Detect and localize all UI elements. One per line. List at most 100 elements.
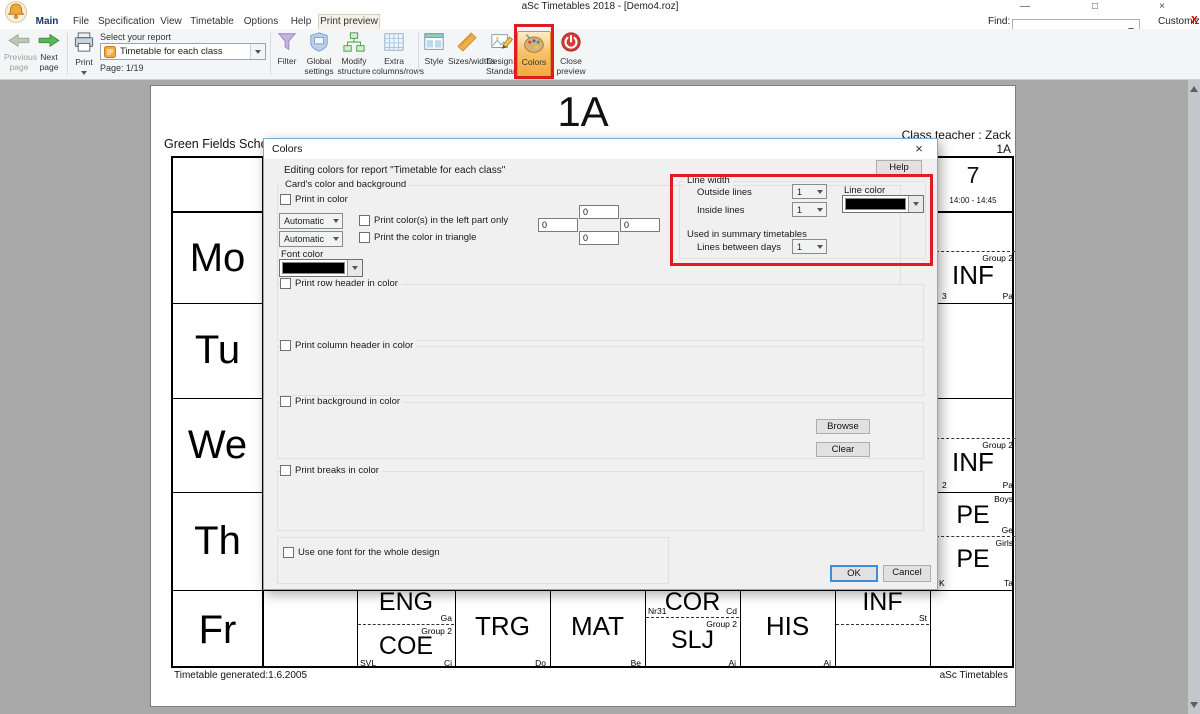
chevron-down-icon[interactable] (329, 232, 342, 246)
tab-timetable[interactable]: Timetable (188, 14, 236, 29)
minimize-button[interactable]: — (1013, 0, 1037, 14)
combo-value: Automatic (284, 216, 324, 226)
find-close-button[interactable]: X (1191, 15, 1198, 26)
checkbox-box[interactable] (283, 547, 294, 558)
report-dropdown-icon[interactable] (250, 44, 265, 59)
lines-between-days-combobox[interactable]: 1 (792, 239, 827, 254)
next-page-button[interactable]: Next page (34, 31, 64, 78)
tab-view[interactable]: View (156, 14, 186, 29)
app-window: aSc Timetables 2018 - [Demo4.roz] — □ × … (0, 0, 1200, 714)
design-button[interactable]: Design: Standard (486, 31, 516, 78)
card-subject: MAT (550, 613, 645, 639)
preview-scrollbar[interactable] (1188, 80, 1200, 714)
line-color-picker[interactable] (842, 195, 924, 213)
margin-right-input[interactable] (620, 218, 660, 232)
margin-left-input[interactable] (538, 218, 578, 232)
one-font-checkbox[interactable]: Use one font for the whole design (283, 547, 443, 558)
line-color-swatch (845, 198, 906, 210)
previous-page-button[interactable]: Previous page (4, 31, 34, 78)
outside-lines-combobox[interactable]: 1 (792, 184, 827, 199)
checkbox-label: Print column header in color (295, 340, 413, 351)
modify-structure-button[interactable]: Modify structure (336, 31, 372, 78)
combo-value: Automatic (284, 234, 324, 244)
color-mode-combobox-2[interactable]: Automatic (279, 231, 343, 247)
chevron-down-icon[interactable] (813, 240, 826, 253)
cancel-button[interactable]: Cancel (883, 565, 931, 582)
grid-icon (372, 31, 416, 55)
tab-file[interactable]: File (66, 14, 96, 29)
chevron-down-icon[interactable] (908, 196, 923, 212)
help-button[interactable]: Help (876, 160, 922, 176)
dialog-close-icon[interactable]: × (911, 141, 927, 156)
day-label-tu: Tu (173, 303, 262, 398)
card-teacher: Be (631, 658, 641, 668)
checkbox-box[interactable] (359, 232, 370, 243)
page-indicator: Page: 1/19 (100, 63, 144, 73)
combo-value: 1 (797, 187, 802, 197)
ok-button[interactable]: OK (830, 565, 878, 582)
row-header-checkbox[interactable]: Print row header in color (280, 278, 401, 289)
close-preview-button[interactable]: Close preview (553, 31, 589, 78)
ribbon-tab-bar: Main File Specification View Timetable O… (0, 14, 1200, 29)
font-color-picker[interactable] (279, 259, 363, 277)
left-part-only-checkbox[interactable]: Print color(s) in the left part only (359, 215, 511, 226)
chevron-down-icon[interactable] (813, 203, 826, 216)
printer-icon (70, 31, 98, 56)
report-value: Timetable for each class (120, 46, 223, 57)
global-settings-button[interactable]: Global settings (302, 31, 336, 78)
scroll-down-icon[interactable] (1190, 702, 1198, 708)
style-label: Style (425, 56, 444, 66)
generated-date: Timetable generated:1.6.2005 (174, 670, 307, 681)
tab-print-preview[interactable]: Print preview (318, 14, 380, 29)
color-mode-combobox-1[interactable]: Automatic (279, 213, 343, 229)
clear-button[interactable]: Clear (816, 442, 870, 457)
checkbox-label: Print breaks in color (295, 465, 379, 476)
tab-specification[interactable]: Specification (98, 14, 154, 29)
chevron-down-icon[interactable] (329, 214, 342, 228)
print-in-color-checkbox[interactable]: Print in color (280, 194, 351, 205)
card-subject: HIS (740, 613, 835, 639)
sizes-widths-button[interactable]: Sizes/widths (448, 31, 486, 78)
previous-page-label: Previous page (4, 52, 37, 72)
checkbox-box[interactable] (280, 194, 291, 205)
breaks-group (277, 471, 924, 531)
tab-main[interactable]: Main (30, 14, 64, 29)
browse-button[interactable]: Browse (816, 419, 870, 434)
print-dropdown-icon[interactable] (81, 71, 87, 75)
card-room: K (939, 578, 945, 588)
checkbox-label: Print background in color (295, 396, 400, 407)
scroll-up-icon[interactable] (1190, 86, 1198, 92)
tab-help[interactable]: Help (286, 14, 316, 29)
class-label: 1A (996, 142, 1011, 156)
margin-top-input[interactable] (579, 205, 619, 219)
maximize-button[interactable]: □ (1083, 0, 1107, 14)
print-button[interactable]: Print (70, 31, 98, 78)
color-triangle-checkbox[interactable]: Print the color in triangle (359, 232, 479, 243)
tab-options[interactable]: Options (240, 14, 282, 29)
margin-bottom-input[interactable] (579, 231, 619, 245)
chevron-down-icon[interactable] (813, 185, 826, 198)
dialog-title-bar[interactable]: Colors × (264, 139, 937, 159)
extra-columns-rows-button[interactable]: Extra columns/rows (372, 31, 416, 78)
checkbox-box[interactable] (280, 340, 291, 351)
inside-lines-combobox[interactable]: 1 (792, 202, 827, 217)
breaks-checkbox[interactable]: Print breaks in color (280, 465, 382, 476)
col-header-checkbox[interactable]: Print column header in color (280, 340, 416, 351)
filter-button[interactable]: Filter (273, 31, 301, 78)
checkbox-box[interactable] (280, 278, 291, 289)
lesson-card-fr6: INF St (835, 590, 930, 670)
window-style-icon (420, 31, 448, 55)
chevron-down-icon[interactable] (347, 260, 362, 276)
card-teacher: Ge (1002, 525, 1013, 535)
find-label: Find: (988, 16, 1010, 27)
checkbox-box[interactable] (359, 215, 370, 226)
checkbox-box[interactable] (280, 465, 291, 476)
checkbox-box[interactable] (280, 396, 291, 407)
colors-button[interactable]: Colors (517, 31, 551, 78)
background-checkbox[interactable]: Print background in color (280, 396, 403, 407)
filter-icon (273, 31, 301, 55)
close-button[interactable]: × (1150, 0, 1174, 14)
style-button[interactable]: Style (420, 31, 448, 78)
report-combobox[interactable]: Timetable for each class (100, 43, 266, 60)
arrow-left-icon (4, 31, 34, 51)
